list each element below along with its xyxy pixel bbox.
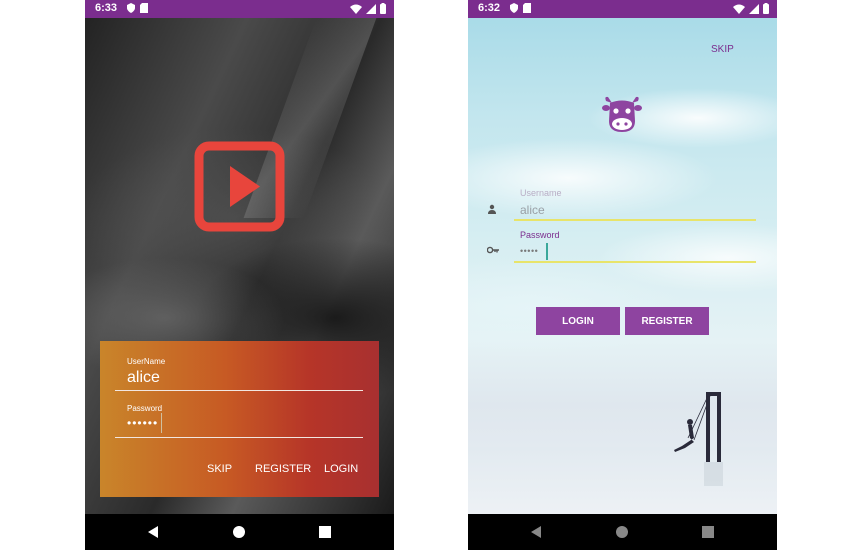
shield-icon (127, 3, 135, 13)
recents-icon[interactable] (700, 524, 716, 540)
left-phone-screen: 6:33 UserName alice Password •••••• SKIP… (85, 0, 394, 550)
navigation-bar (468, 514, 777, 550)
skip-button[interactable]: SKIP (207, 463, 232, 475)
status-bar: 6:33 (85, 0, 394, 18)
home-icon[interactable] (614, 524, 630, 540)
skip-button[interactable]: SKIP (711, 44, 734, 55)
right-phone-screen: 6:32 SKIP Username alice Password ••••• (468, 0, 777, 550)
password-underline (115, 437, 363, 438)
swing-silhouette (674, 392, 723, 486)
password-input[interactable]: ••••• (520, 246, 538, 256)
status-bar: 6:32 (468, 0, 777, 18)
password-underline (514, 261, 756, 263)
text-cursor (161, 413, 162, 433)
back-icon[interactable] (528, 524, 544, 540)
password-label: Password (520, 230, 560, 240)
status-time: 6:33 (95, 2, 118, 14)
back-icon[interactable] (145, 524, 161, 540)
sim-card-icon (140, 3, 148, 13)
recents-icon[interactable] (317, 524, 333, 540)
password-input[interactable]: •••••• (127, 416, 158, 430)
key-icon (487, 246, 499, 254)
login-card: UserName alice Password •••••• SKIP REGI… (100, 341, 379, 497)
username-label: UserName (127, 357, 166, 366)
text-cursor (546, 243, 548, 260)
play-icon (194, 141, 285, 232)
person-icon (488, 204, 496, 214)
wifi-icon (733, 4, 745, 14)
username-underline (514, 219, 756, 221)
register-button[interactable]: REGISTER (255, 463, 311, 475)
navigation-bar (85, 514, 394, 550)
register-button[interactable]: REGISTER (625, 307, 709, 335)
battery-icon (380, 3, 386, 14)
home-icon[interactable] (231, 524, 247, 540)
battery-icon (763, 3, 769, 14)
status-time: 6:32 (478, 2, 501, 14)
shield-icon (510, 3, 518, 13)
sim-card-icon (523, 3, 531, 13)
login-button[interactable]: LOGIN (324, 463, 358, 475)
cow-icon (602, 96, 642, 132)
username-input[interactable]: alice (520, 203, 545, 217)
username-label: Username (520, 188, 562, 198)
username-input[interactable]: alice (127, 369, 160, 387)
username-underline (115, 390, 363, 391)
signal-icon (749, 3, 759, 14)
signal-icon (366, 3, 376, 14)
wifi-icon (350, 4, 362, 14)
password-label: Password (127, 404, 163, 413)
login-button[interactable]: LOGIN (536, 307, 620, 335)
